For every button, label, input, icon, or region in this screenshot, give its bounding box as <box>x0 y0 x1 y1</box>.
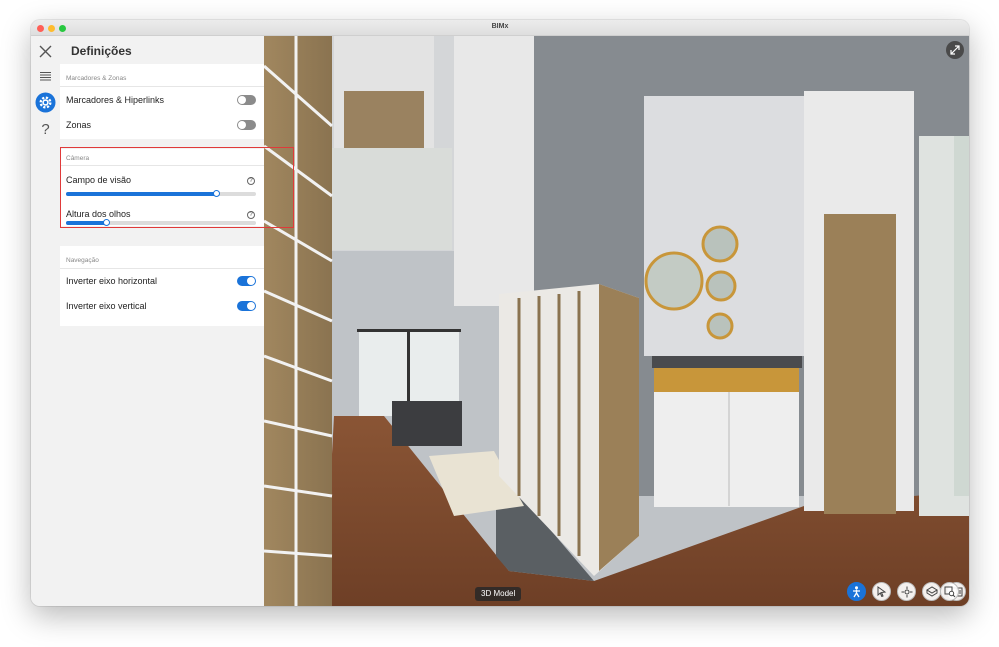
settings-panel: Definições Marcadores & Zonas Marcadores… <box>60 36 264 606</box>
app-window: BIMx ? Definições Marcadores & Zonas Mar… <box>31 20 969 606</box>
window-title: BIMx <box>491 23 509 30</box>
eye-height-slider[interactable] <box>66 219 256 226</box>
select-cursor-icon <box>877 586 887 597</box>
3d-viewport[interactable]: 3D Model <box>264 36 969 606</box>
slider-fill <box>66 192 217 196</box>
gear-icon <box>35 92 56 112</box>
slider-thumb[interactable] <box>213 190 221 197</box>
walk-mode-icon <box>853 585 860 597</box>
settings-button[interactable] <box>34 91 57 113</box>
markers-hyperlinks-row[interactable]: Marcadores & Hiperlinks <box>66 88 256 112</box>
invert-vertical-row[interactable]: Inverter eixo vertical <box>66 294 256 318</box>
select-button[interactable] <box>872 582 891 601</box>
left-rail: ? <box>31 36 60 606</box>
invert-horizontal-row[interactable]: Inverter eixo horizontal <box>66 269 256 293</box>
eye-height-label: Altura dos olhos <box>66 209 131 219</box>
field-of-view-slider[interactable] <box>66 190 256 197</box>
navigation-section: Navegação Inverter eixo horizontal Inver… <box>60 246 264 326</box>
section-box-icon <box>925 586 938 597</box>
camera-section-label: Câmera <box>66 155 90 162</box>
panel-title: Definições <box>71 44 132 58</box>
invert-horizontal-label: Inverter eixo horizontal <box>66 276 158 286</box>
orbit-button[interactable] <box>897 582 916 601</box>
slider-fill <box>66 221 106 225</box>
help-icon: ? <box>41 120 50 138</box>
invert-vertical-toggle[interactable] <box>237 301 256 311</box>
list-icon <box>40 71 51 81</box>
zoom-search-button[interactable] <box>940 582 959 601</box>
markers-section-label: Marcadores & Zonas <box>66 75 127 82</box>
list-button[interactable] <box>34 65 57 87</box>
walk-mode-button[interactable] <box>847 582 866 601</box>
fullscreen-button[interactable] <box>946 41 964 59</box>
zones-row[interactable]: Zonas <box>66 113 256 137</box>
expand-icon <box>950 45 960 55</box>
navigation-section-label: Navegação <box>66 257 99 264</box>
field-of-view-help-icon[interactable]: ? <box>247 177 255 185</box>
3d-scene-render <box>264 36 969 606</box>
zones-label: Zonas <box>66 120 92 130</box>
markers-section: Marcadores & Zonas Marcadores & Hiperlin… <box>60 64 264 139</box>
camera-section: Câmera Campo de visão ? Altura dos olhos… <box>60 149 264 226</box>
divider <box>60 86 264 87</box>
invert-horizontal-toggle[interactable] <box>237 276 256 286</box>
title-bar: BIMx <box>31 20 969 36</box>
orbit-icon <box>901 586 912 597</box>
markers-hyperlinks-toggle[interactable] <box>237 95 256 105</box>
zoom-search-icon <box>944 586 955 597</box>
zones-toggle[interactable] <box>237 120 256 130</box>
slider-thumb[interactable] <box>102 219 110 226</box>
section-box-button[interactable] <box>922 582 941 601</box>
markers-hyperlinks-label: Marcadores & Hiperlinks <box>66 95 165 105</box>
invert-vertical-label: Inverter eixo vertical <box>66 301 147 311</box>
help-button[interactable]: ? <box>34 118 57 140</box>
view-mode-label: 3D Model <box>475 587 522 601</box>
eye-height-help-icon[interactable]: ? <box>247 211 255 219</box>
divider <box>60 165 264 166</box>
close-icon <box>39 45 52 57</box>
close-panel-button[interactable] <box>34 40 57 62</box>
field-of-view-label: Campo de visão <box>66 175 132 185</box>
